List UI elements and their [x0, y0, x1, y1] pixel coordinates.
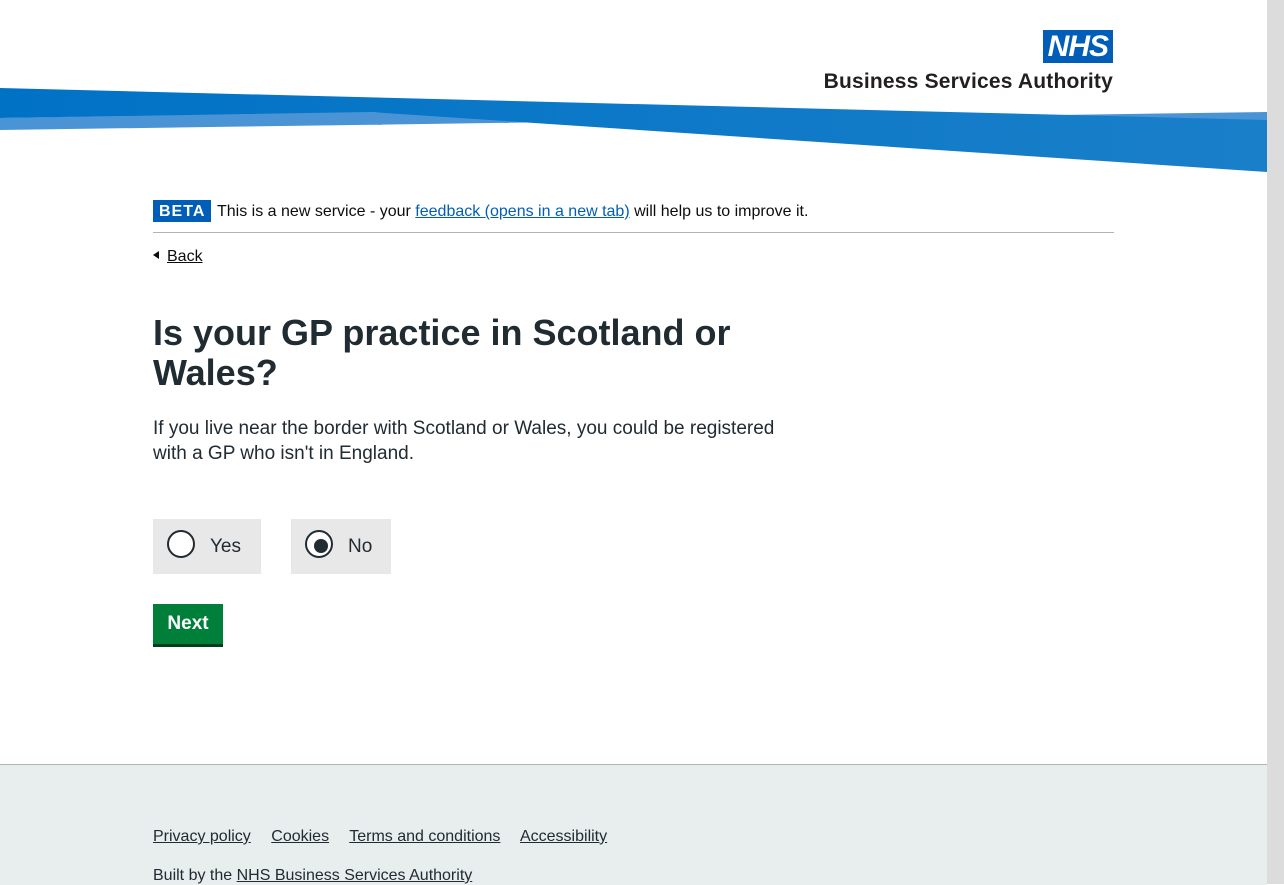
beta-message: This is a new service - your feedback (o…	[217, 203, 808, 221]
radio-option-no[interactable]: No	[291, 519, 391, 574]
next-button[interactable]: Next	[153, 604, 223, 647]
page-title: Is your GP practice in Scotland or Wales…	[153, 312, 731, 393]
beta-text-after: will help us to improve it.	[634, 203, 809, 220]
beta-tag: BETA	[153, 200, 212, 222]
feedback-link[interactable]: feedback (opens in a new tab)	[415, 203, 629, 220]
radio-option-yes[interactable]: Yes	[153, 519, 261, 574]
built-by-link[interactable]: NHS Business Services Authority	[237, 867, 473, 884]
beta-text-before: This is a new service - your	[217, 203, 411, 220]
built-by: Built by the NHS Business Services Autho…	[153, 867, 472, 885]
question-hint: If you live near the border with Scotlan…	[153, 418, 775, 464]
nhsbsa-logo[interactable]: NHS Business Services Authority	[812, 30, 1113, 94]
nhs-logo-mark: NHS	[1042, 30, 1113, 63]
radio-label-no[interactable]: No	[348, 536, 372, 558]
radio-selected-dot	[314, 539, 328, 553]
footer-link-accessibility[interactable]: Accessibility	[520, 828, 607, 845]
radio-button-unselected-icon[interactable]	[167, 530, 195, 558]
page-scrollbar[interactable]	[1267, 0, 1284, 884]
footer-links: Privacy policy Cookies Terms and conditi…	[153, 828, 623, 846]
chevron-left-icon	[153, 251, 159, 259]
footer-link-privacy[interactable]: Privacy policy	[153, 828, 251, 845]
footer-link-cookies[interactable]: Cookies	[271, 828, 329, 845]
footer: Privacy policy Cookies Terms and conditi…	[0, 764, 1267, 885]
page: NHS Business Services Authority BETA Thi…	[0, 0, 1267, 885]
back-link-label: Back	[167, 248, 203, 265]
radio-button-selected-icon[interactable]	[305, 530, 333, 558]
radio-label-yes[interactable]: Yes	[210, 536, 241, 558]
beta-banner: BETA This is a new service - your feedba…	[153, 200, 1114, 233]
organisation-name: Business Services Authority	[823, 70, 1113, 93]
built-by-prefix: Built by the	[153, 867, 233, 884]
back-link[interactable]: Back	[153, 248, 203, 266]
footer-link-terms[interactable]: Terms and conditions	[349, 828, 500, 845]
